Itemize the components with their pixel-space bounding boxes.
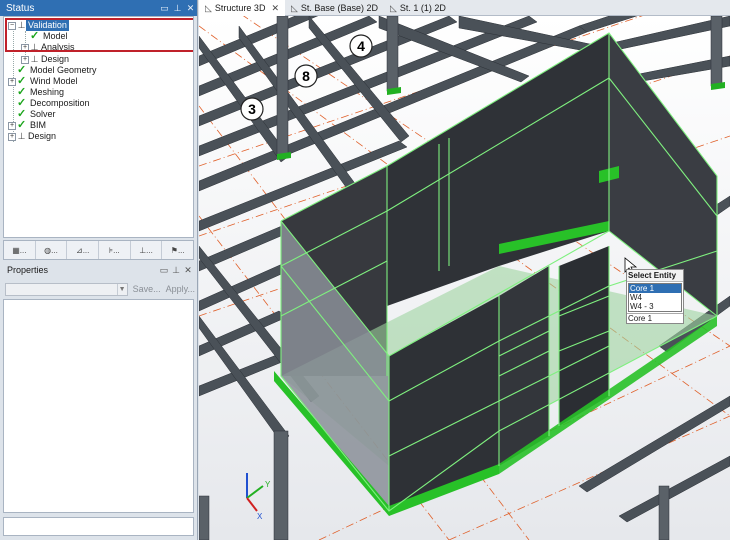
select-entity-title: Select Entity (627, 270, 683, 282)
properties-toolbar: ▼ Save... Apply... (5, 282, 195, 296)
apply-button[interactable]: Apply... (166, 284, 195, 294)
select-entity-popup: Select Entity Core 1 W4 W4 - 3 Core 1 (626, 269, 684, 324)
expand-icon[interactable]: + (8, 77, 16, 86)
tree-node-label[interactable]: BIM (28, 120, 48, 131)
status-panel-title: Status (6, 2, 35, 14)
tree-node-label[interactable]: Design (39, 54, 71, 65)
tree-node-label[interactable]: Model Geometry (28, 65, 99, 76)
properties-description (3, 517, 194, 536)
toolbar-button-members[interactable]: ⊧... (99, 241, 131, 259)
expand-icon[interactable]: + (8, 132, 16, 141)
pin-panel-icon[interactable]: ⊥ (170, 265, 182, 276)
globe-icon: ◍ (44, 245, 52, 255)
entity-item-w4[interactable]: W4 (629, 293, 681, 302)
entity-current: Core 1 (627, 313, 683, 323)
expand-icon[interactable]: + (21, 55, 29, 64)
grid-icon: ▦ (12, 245, 20, 255)
tree-node-label[interactable]: Decomposition (28, 98, 92, 109)
chevron-down-icon[interactable]: ▼ (116, 283, 127, 295)
grid-bubble-8: 8 (294, 64, 318, 88)
properties-panel-title: Properties (7, 265, 49, 275)
entity-list: Core 1 W4 W4 - 3 (628, 283, 682, 312)
grid-bubble-4: 4 (349, 34, 373, 58)
tree-node-label[interactable]: Meshing (28, 87, 66, 98)
tree-node-label[interactable]: Solver (28, 109, 58, 120)
window-float-icon[interactable]: ▭ (158, 3, 171, 14)
close-icon[interactable]: ✕ (271, 3, 279, 14)
svg-text:3: 3 (248, 101, 256, 117)
toolbar-button-loads[interactable]: ⊿... (67, 241, 100, 259)
toolbar-button-status[interactable]: ⊥... (131, 241, 163, 259)
tree-node-label[interactable]: Design (26, 131, 58, 142)
tree-node-label[interactable]: Wind Model (28, 76, 80, 87)
properties-selector[interactable]: ▼ (5, 282, 128, 296)
svg-text:8: 8 (302, 68, 310, 84)
view-2d-icon: ◺ (389, 2, 397, 13)
view-2d-icon: ◺ (291, 2, 298, 13)
toolbar-button-view[interactable]: ◍... (36, 241, 68, 259)
tree-node-bim[interactable]: + ✓ BIM (8, 120, 48, 131)
annotation-highlight-box (5, 18, 193, 52)
close-icon[interactable]: ✕ (182, 265, 194, 276)
view-3d-icon: ◺ (205, 2, 212, 13)
tab-structure-3d[interactable]: ◺ Structure 3D ✕ (199, 0, 285, 16)
flag-icon: ⚑ (170, 245, 178, 255)
view-tabs: ◺ Structure 3D ✕ ◺ St. Base (Base) 2D ◺ … (199, 0, 730, 16)
tree-node-decomposition[interactable]: ✓ Decomposition (17, 98, 92, 109)
tree-node-design-sub[interactable]: + ⊥ Design (21, 54, 71, 65)
pin-icon: ⊥ (30, 54, 39, 64)
tree-node-model-geometry[interactable]: ✓ Model Geometry (17, 65, 99, 76)
entity-item-core-1[interactable]: Core 1 (629, 284, 681, 293)
properties-panel-header: Properties ▭ ⊥ ✕ (3, 263, 194, 277)
svg-text:4: 4 (357, 38, 365, 54)
pin-panel-icon[interactable]: ⊥ (171, 3, 184, 14)
toolbar-button-model[interactable]: ▦... (4, 241, 36, 259)
window-float-icon[interactable]: ▭ (158, 265, 170, 276)
pin-icon: ⊥ (139, 245, 147, 255)
grid-bubble-3: 3 (240, 97, 264, 121)
tab-st-1-2d[interactable]: ◺ St. 1 (1) 2D (384, 0, 452, 16)
status-toolbar: ▦... ◍... ⊿... ⊧... ⊥... ⚑... (3, 240, 194, 260)
toolbar-button-design[interactable]: ⚑... (162, 241, 193, 259)
check-icon: ✓ (17, 119, 27, 131)
status-panel-header: Status ▭ ⊥ ✕ (0, 0, 197, 16)
load-icon: ⊿ (75, 245, 83, 255)
save-button[interactable]: Save... (133, 284, 161, 294)
status-tree: − ⊥ Validation ✓ Model + ⊥ Analysis + ⊥ … (3, 16, 194, 238)
axis-label-y: Y (265, 480, 271, 489)
left-pane: Status ▭ ⊥ ✕ − ⊥ Validation ✓ Model + ⊥ … (0, 0, 198, 540)
expand-icon[interactable]: + (8, 121, 16, 130)
axis-label-x: X (257, 512, 263, 521)
close-icon[interactable]: ✕ (184, 3, 197, 14)
pin-icon: ⊥ (17, 131, 26, 141)
tab-st-base-2d[interactable]: ◺ St. Base (Base) 2D (285, 0, 384, 16)
tree-node-design[interactable]: + ⊥ Design (8, 131, 58, 142)
entity-item-w4-3[interactable]: W4 - 3 (629, 302, 681, 311)
properties-grid (3, 299, 194, 513)
